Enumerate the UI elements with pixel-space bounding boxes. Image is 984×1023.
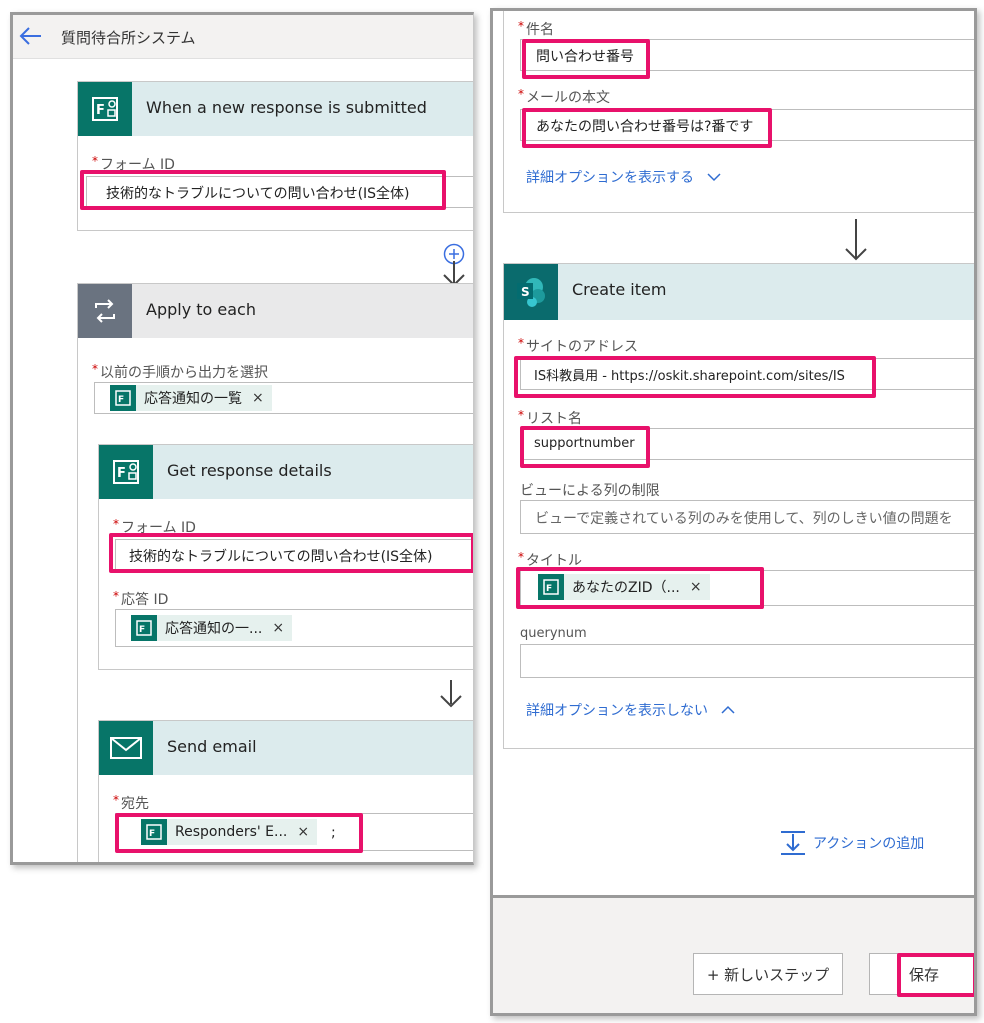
remove-token-icon[interactable]: × <box>272 620 284 636</box>
site-address-label: * サイトのアドレス <box>518 336 638 355</box>
highlight-box <box>897 953 974 997</box>
create-item-title: Create item <box>572 280 667 299</box>
subject-label: * 件名 <box>518 19 554 38</box>
forms-token-icon: F <box>131 615 157 641</box>
response-id-label: * 応答 ID <box>113 589 169 608</box>
dynamic-token[interactable]: F 応答通知の一... × <box>131 615 293 641</box>
get-response-details-card: F Get response details * フォーム ID 技術的なトラブル… <box>98 444 473 670</box>
flow-title: 質問待合所システム <box>61 29 196 47</box>
list-name-label: * リスト名 <box>518 408 582 427</box>
create-item-card: S Create item * サイトのアドレス IS科教員用 - https:/… <box>503 263 974 749</box>
remove-token-icon[interactable]: × <box>252 390 264 406</box>
send-email-header[interactable]: Send email <box>99 721 473 775</box>
left-panel: 質問待合所システム F When a new response is submi… <box>10 12 474 865</box>
highlight-box <box>522 39 650 79</box>
to-label: * 宛先 <box>113 793 149 812</box>
highlight-box <box>115 813 363 853</box>
connector-arrow-icon <box>841 219 871 261</box>
get-response-title: Get response details <box>167 461 332 480</box>
highlight-box <box>516 567 764 609</box>
sharepoint-icon: S <box>504 264 558 320</box>
view-limit-field[interactable]: ビューで定義されている列のみを使用して、列のしきい値の問題を <box>520 500 974 534</box>
highlight-box <box>80 170 446 210</box>
send-email-card: Send email * 宛先 F Responders' E... × ; <box>98 720 473 862</box>
add-action-icon <box>781 831 805 855</box>
forms-icon: F <box>78 82 132 136</box>
svg-text:F: F <box>96 103 105 118</box>
get-response-header[interactable]: F Get response details <box>99 445 473 499</box>
view-limit-label: ビューによる列の制限 <box>520 483 660 499</box>
apply-to-each-header[interactable]: Apply to each <box>78 284 473 338</box>
svg-text:F: F <box>118 395 124 405</box>
apply-to-each-card: Apply to each * 以前の手順から出力を選択 F 応答通知の一覧 × … <box>77 283 473 862</box>
email-body-card: * 件名 問い合わせ番号 * メールの本文 あなたの問い合わせ番号は?番です 詳細オ… <box>503 11 974 213</box>
chevron-down-icon <box>707 173 721 182</box>
dynamic-token[interactable]: F 応答通知の一覧 × <box>110 385 272 411</box>
select-output-label: * 以前の手順から出力を選択 <box>92 362 268 381</box>
highlight-box <box>514 356 876 398</box>
trigger-card: F When a new response is submitted * フォーム… <box>77 81 473 231</box>
querynum-label: querynum <box>520 626 587 641</box>
svg-text:F: F <box>117 466 126 481</box>
body-label: * メールの本文 <box>518 87 610 106</box>
chevron-up-icon <box>721 705 735 714</box>
add-action-button[interactable]: アクションの追加 <box>779 829 924 857</box>
create-item-header[interactable]: S Create item <box>504 264 974 320</box>
send-email-title: Send email <box>167 737 257 756</box>
forms-icon: F <box>99 445 153 499</box>
connector-arrow-icon <box>436 680 466 710</box>
svg-text:F: F <box>139 625 145 635</box>
trigger-title: When a new response is submitted <box>146 98 427 117</box>
hide-advanced-link[interactable]: 詳細オプションを表示しない <box>526 700 736 720</box>
right-panel: * 件名 問い合わせ番号 * メールの本文 あなたの問い合わせ番号は?番です 詳細オ… <box>490 8 977 1016</box>
svg-text:S: S <box>521 285 530 299</box>
view-limit-placeholder: ビューで定義されている列のみを使用して、列のしきい値の問題を <box>535 511 953 527</box>
show-advanced-link[interactable]: 詳細オプションを表示する <box>526 167 722 187</box>
new-step-button[interactable]: + 新しいステップ <box>693 953 843 995</box>
forms-token-icon: F <box>110 385 136 411</box>
trigger-card-header[interactable]: F When a new response is submitted <box>78 82 473 136</box>
highlight-box <box>109 533 473 573</box>
apply-title: Apply to each <box>146 300 256 319</box>
loop-icon <box>78 284 132 338</box>
back-arrow-icon[interactable] <box>19 25 43 47</box>
mail-icon <box>99 721 153 775</box>
add-action-label: アクションの追加 <box>813 836 925 852</box>
highlight-box <box>522 108 772 148</box>
querynum-field[interactable] <box>520 644 974 678</box>
highlight-box <box>520 426 650 468</box>
top-bar: 質問待合所システム <box>13 15 473 59</box>
